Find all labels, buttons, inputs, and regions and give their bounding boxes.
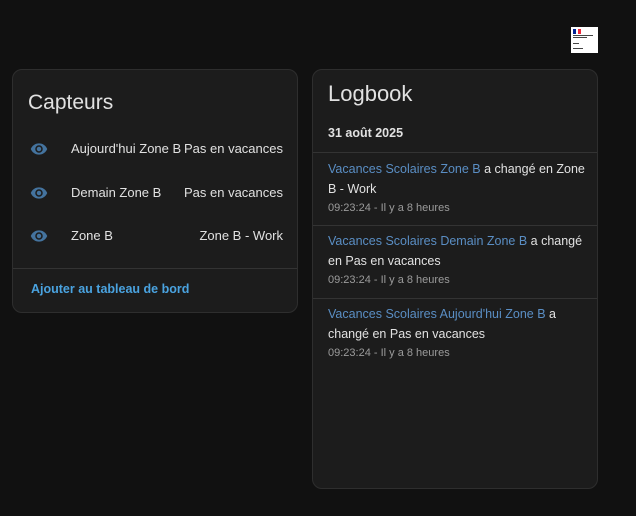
log-divider (313, 298, 597, 299)
logbook-card: Logbook 31 août 2025 Vacances Scolaires … (312, 69, 598, 489)
eye-icon (30, 187, 48, 199)
log-date-heading: 31 août 2025 (328, 126, 404, 140)
log-entity-link[interactable]: Vacances Scolaires Zone B (328, 162, 481, 176)
log-entity-link[interactable]: Vacances Scolaires Aujourd'hui Zone B (328, 307, 546, 321)
sensor-name: Demain Zone B (71, 185, 162, 200)
government-logo-icon (571, 27, 598, 53)
log-entry: Vacances Scolaires Demain Zone B a chang… (328, 231, 590, 288)
log-time: 09:23:24 - Il y a 8 heures (328, 202, 450, 214)
log-entry: Vacances Scolaires Aujourd'hui Zone B a … (328, 304, 590, 361)
sensor-state: Pas en vacances (183, 141, 283, 156)
add-to-dashboard-button[interactable]: Ajouter au tableau de bord (31, 282, 189, 296)
sensor-row[interactable]: Demain Zone B Pas en vacances (13, 178, 297, 208)
sensor-name: Aujourd'hui Zone B (71, 141, 182, 156)
card-title: Capteurs (28, 91, 114, 114)
sensor-row[interactable]: Aujourd'hui Zone B Pas en vacances (13, 134, 297, 164)
log-divider (313, 225, 597, 226)
eye-icon (30, 143, 48, 155)
capteurs-card: Capteurs Aujourd'hui Zone B Pas en vacan… (12, 69, 298, 313)
log-entity-link[interactable]: Vacances Scolaires Demain Zone B (328, 234, 527, 248)
sensor-state: Pas en vacances (183, 185, 283, 200)
log-time: 09:23:24 - Il y a 8 heures (328, 274, 450, 286)
sensor-name: Zone B (71, 228, 113, 243)
card-divider (13, 268, 297, 269)
sensor-row[interactable]: Zone B Zone B - Work (13, 221, 297, 251)
sensor-state: Zone B - Work (199, 228, 283, 243)
log-divider (313, 152, 597, 153)
log-entry: Vacances Scolaires Zone B a changé en Zo… (328, 159, 590, 216)
card-title: Logbook (328, 81, 413, 106)
eye-icon (30, 230, 48, 242)
log-time: 09:23:24 - Il y a 8 heures (328, 347, 450, 359)
flag-icon (573, 29, 582, 34)
